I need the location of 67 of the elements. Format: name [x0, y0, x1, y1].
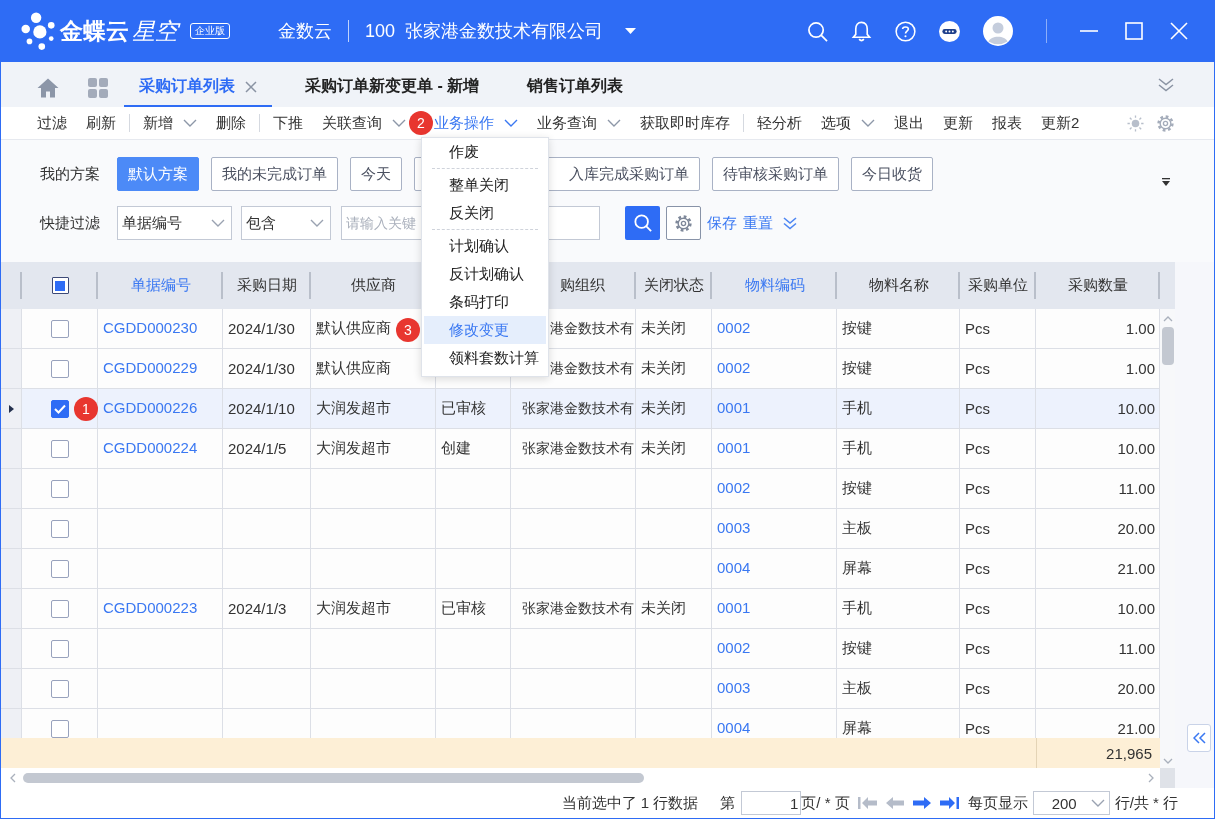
quick-filter-label: 快捷过滤	[40, 213, 101, 233]
column-header: 物料名称	[837, 262, 960, 309]
table-cell: Pcs	[960, 629, 1036, 669]
table-cell: 已审核	[436, 389, 511, 429]
step-marker: 2	[409, 111, 433, 135]
product-name: 金蝶云	[60, 16, 129, 46]
column-header: 关闭状态	[636, 262, 712, 309]
table-cell: 20.00	[1036, 669, 1160, 709]
table-cell: 屏幕	[837, 549, 960, 589]
table-cell: 2024/1/30	[223, 349, 311, 389]
table-cell: 10.00	[1036, 589, 1160, 629]
scheme-label: 我的方案	[40, 164, 101, 184]
table-cell: 大润发超市	[311, 589, 436, 629]
step-marker: 1	[74, 397, 98, 421]
table-cell: 已审核	[436, 589, 511, 629]
table-cell: Pcs	[960, 669, 1036, 709]
table-cell: 主板	[837, 509, 960, 549]
table-cell: 按键	[837, 309, 960, 349]
row-count-label: 行/共 * 行	[1114, 793, 1178, 813]
table-cell: 2024/1/3	[223, 589, 311, 629]
table-cell: 主板	[837, 669, 960, 709]
column-header: 单据编号	[98, 262, 223, 309]
table-cell: 张家港金数技术有	[511, 429, 636, 469]
table-cell: 大润发超市	[311, 429, 436, 469]
table-cell: 张家港金数技术有	[511, 589, 636, 629]
table-cell: Pcs	[960, 469, 1036, 509]
edition-tag: 企业版	[190, 23, 230, 39]
page-size-label: 每页显示	[967, 793, 1028, 813]
table-cell: 未关闭	[636, 429, 712, 469]
table-cell: Pcs	[960, 549, 1036, 589]
table-cell: 按键	[837, 469, 960, 509]
page-label: 第	[720, 793, 736, 813]
column-header: 采购日期	[223, 262, 311, 309]
table-cell: 2024/1/10	[223, 389, 311, 429]
table-cell: 10.00	[1036, 429, 1160, 469]
table-cell: 未关闭	[636, 349, 712, 389]
table-cell: Pcs	[960, 389, 1036, 429]
table-cell: Pcs	[960, 429, 1036, 469]
selection-status: 当前选中了 1 行数据	[561, 793, 699, 813]
column-header: 物料编码	[712, 262, 837, 309]
table-cell: 按键	[837, 629, 960, 669]
table-cell: Pcs	[960, 309, 1036, 349]
table-cell: 2024/1/5	[223, 429, 311, 469]
table-cell: 11.00	[1036, 629, 1160, 669]
table-cell: Pcs	[960, 509, 1036, 549]
column-header: 采购单位	[960, 262, 1036, 309]
table-cell: 未关闭	[636, 389, 712, 429]
table-cell: 10.00	[1036, 389, 1160, 429]
table-cell: 1.00	[1036, 349, 1160, 389]
table-cell: Pcs	[960, 589, 1036, 629]
table-cell: 手机	[837, 589, 960, 629]
table-cell: 手机	[837, 429, 960, 469]
table-cell: 大润发超市	[311, 389, 436, 429]
table-cell: 1.00	[1036, 309, 1160, 349]
table-cell: 21.00	[1036, 549, 1160, 589]
page-count-label: 页/ * 页	[801, 793, 850, 813]
table-cell: 2024/1/30	[223, 309, 311, 349]
table-cell: 未关闭	[636, 309, 712, 349]
table-cell: 手机	[837, 389, 960, 429]
column-header: 采购数量	[1036, 262, 1160, 309]
table-cell: 张家港金数技术有	[511, 389, 636, 429]
table-cell: Pcs	[960, 349, 1036, 389]
table-cell: 20.00	[1036, 509, 1160, 549]
table-cell: 按键	[837, 349, 960, 389]
table-cell: 11.00	[1036, 469, 1160, 509]
table-cell: 未关闭	[636, 589, 712, 629]
table-cell: 创建	[436, 429, 511, 469]
